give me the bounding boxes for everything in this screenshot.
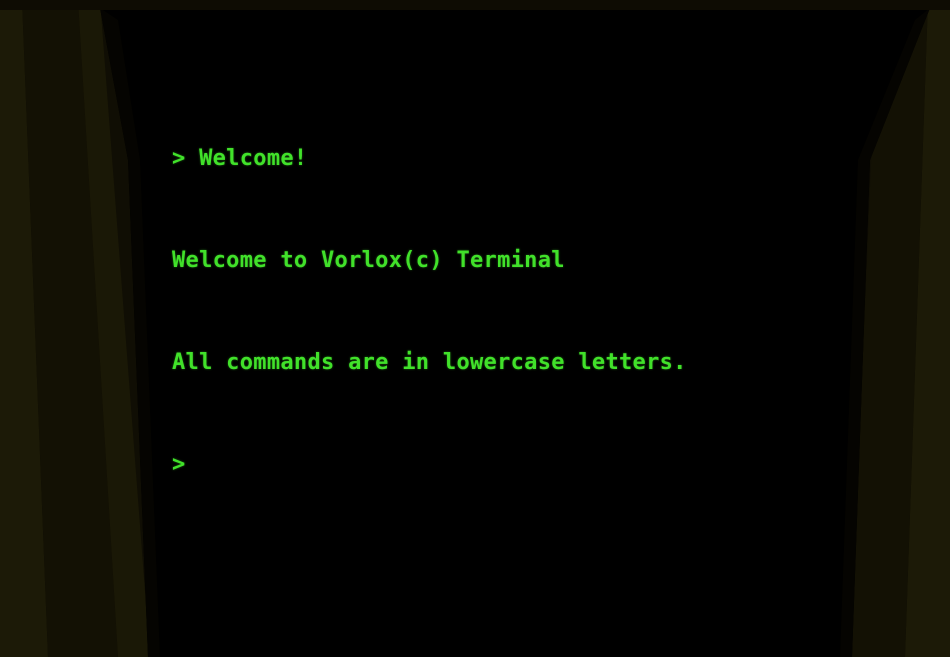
command-input[interactable]: > <box>172 448 812 482</box>
terminal-line: Welcome to Vorlox(c) Terminal <box>172 248 565 273</box>
terminal-line: > Welcome! <box>172 146 308 171</box>
terminal-output: > Welcome! Welcome to Vorlox(c) Terminal… <box>172 74 812 550</box>
terminal-line: All commands are in lowercase letters. <box>172 350 687 375</box>
game-view: > Welcome! Welcome to Vorlox(c) Terminal… <box>0 0 950 657</box>
prompt-symbol: > <box>172 452 186 477</box>
